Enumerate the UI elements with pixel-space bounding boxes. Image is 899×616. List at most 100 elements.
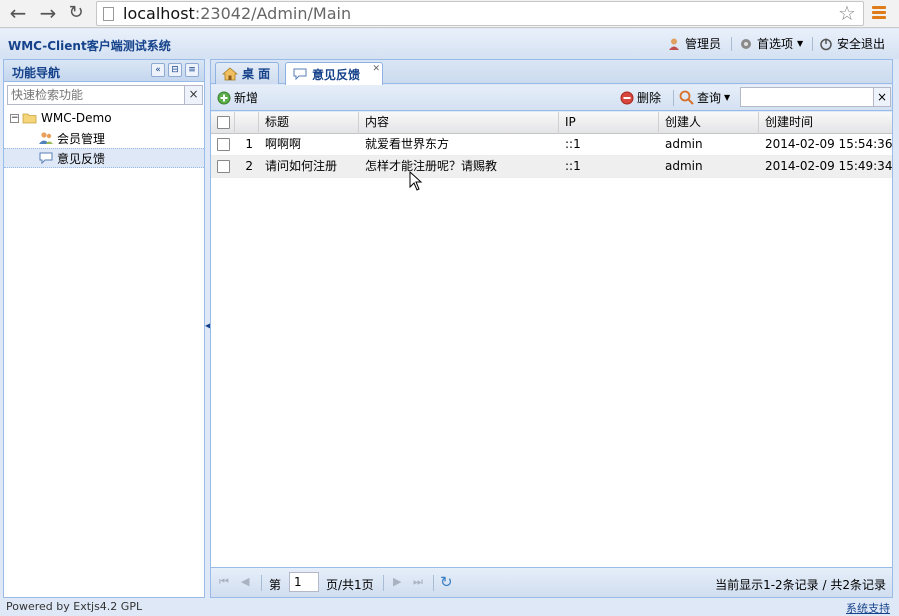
chevron-down-icon: ▼ [724, 93, 731, 102]
mouse-cursor-icon [409, 171, 423, 191]
tab-strip: 桌 面 意见反馈 ✕ [211, 60, 892, 85]
page-suffix: 页/共1页 [326, 578, 374, 592]
status-bar: Powered by Extjs4.2 GPL 系统支持 [0, 598, 899, 616]
cell-ip: ::1 [565, 137, 581, 151]
select-all-checkbox[interactable] [217, 116, 230, 129]
app-title: WMC-Client客户端测试系统 [8, 39, 171, 53]
refresh-icon[interactable]: ↻ [440, 573, 453, 591]
delete-button[interactable]: 删除 [620, 89, 661, 106]
url-text[interactable]: localhost:23042/Admin/Main [123, 4, 351, 24]
delete-icon [620, 91, 634, 104]
nav-search-field: × [7, 85, 203, 105]
browser-toolbar: ← → ↻ localhost:23042/Admin/Main ☆ [0, 0, 899, 28]
user-label: 管理员 [685, 37, 722, 51]
browser-menu-icon[interactable] [872, 6, 886, 20]
column-header-created-time[interactable]: 创建时间 [759, 112, 892, 134]
rownum-header [235, 112, 259, 134]
row-checkbox[interactable] [217, 160, 230, 173]
table-row[interactable]: 2 请问如何注册 怎样才能注册呢？请赐教 ::1 admin 2014-02-0… [211, 156, 892, 178]
query-clear-icon[interactable]: × [874, 87, 891, 107]
address-bar[interactable]: localhost:23042/Admin/Main [96, 1, 864, 26]
users-icon [39, 132, 53, 144]
tree-node-label: 意见反馈 [57, 151, 106, 166]
user-menu[interactable]: 管理员 [667, 35, 721, 52]
column-header-title[interactable]: 标题 [259, 112, 359, 134]
cell-created-time: 2014-02-09 15:49:34 [765, 159, 892, 173]
system-support-link[interactable]: 系统支持 [846, 600, 890, 616]
query-label: 查询 [697, 91, 722, 105]
select-all-cell [211, 112, 235, 134]
tree-collapse-icon[interactable]: − [10, 113, 19, 123]
row-number: 1 [245, 137, 253, 151]
paging-toolbar: ⏮ ◀ 第 1 页/共1页 ▶ ⏭ ↻ 当前显示1-2条记录 / 共2条记录 [211, 567, 892, 597]
back-icon[interactable]: ← [6, 2, 30, 24]
reload-icon[interactable]: ↻ [64, 2, 88, 24]
collapse-all-icon[interactable]: ⊟ [168, 63, 182, 77]
nav-search-clear-icon[interactable]: × [184, 86, 202, 104]
user-icon [669, 38, 679, 50]
pager-divider [433, 575, 434, 591]
expand-all-icon[interactable]: ≡ [185, 63, 199, 77]
powered-by-text: Powered by Extjs4.2 GPL [6, 600, 143, 613]
row-select-cell [211, 134, 235, 156]
forward-icon[interactable]: → [36, 2, 60, 24]
cell-title: 啊啊啊 [265, 137, 302, 151]
collapse-panel-icon[interactable]: « [151, 63, 165, 77]
header-divider [812, 37, 813, 51]
close-tab-icon[interactable]: ✕ [372, 64, 380, 74]
tab-feedback[interactable]: 意见反馈 ✕ [285, 62, 384, 85]
url-host: localhost [123, 4, 195, 23]
add-button[interactable]: 新增 [217, 89, 258, 106]
pager-divider [261, 575, 262, 591]
tab-label: 意见反馈 [312, 67, 361, 82]
query-button[interactable]: 查询 ▼ [679, 89, 730, 106]
add-icon [217, 91, 231, 104]
pager-divider [383, 575, 384, 591]
bookmark-star-icon[interactable]: ☆ [838, 1, 856, 25]
column-header-ip[interactable]: IP [559, 112, 659, 134]
home-icon [222, 66, 238, 80]
feedback-grid: 标题 内容 IP 创建人 创建时间 1 啊啊啊 就爱看世界东方 ::1 admi… [211, 112, 892, 567]
main-panel: 桌 面 意见反馈 ✕ 新增 删除 查询 ▼ × 标题 内容 IP 创建人 创建时… [210, 59, 893, 598]
app-header: WMC-Client客户端测试系统 管理员 首选项 ▼ 安全退出 [0, 29, 899, 59]
row-select-cell [211, 156, 235, 178]
page-prefix: 第 [269, 578, 282, 592]
cell-content: 就爱看世界东方 [365, 137, 450, 151]
gear-icon [741, 38, 751, 49]
nav-search-input[interactable] [8, 86, 180, 104]
tree-node-feedback[interactable]: 意见反馈 [4, 148, 204, 168]
nav-panel: 功能导航 « ⊟ ≡ × − WMC-Demo 会员管理 意见反馈 [3, 59, 205, 598]
cell-created-time: 2014-02-09 15:54:36 [765, 137, 892, 151]
add-label: 新增 [234, 91, 259, 105]
column-header-creator[interactable]: 创建人 [659, 112, 759, 134]
power-icon [820, 38, 832, 50]
logout-button[interactable]: 安全退出 [819, 35, 885, 52]
nav-panel-title: 功能导航 [12, 66, 61, 80]
last-page-icon[interactable]: ⏭ [413, 575, 423, 589]
cell-ip: ::1 [565, 159, 581, 173]
preferences-menu[interactable]: 首选项 ▼ [739, 35, 803, 52]
cell-title: 请问如何注册 [265, 159, 338, 173]
query-input[interactable] [741, 88, 871, 106]
page-number-input[interactable]: 1 [289, 572, 319, 592]
comment-icon [39, 152, 53, 165]
row-checkbox[interactable] [217, 138, 230, 151]
table-row[interactable]: 1 啊啊啊 就爱看世界东方 ::1 admin 2014-02-09 15:54… [211, 134, 892, 156]
delete-label: 删除 [637, 91, 662, 105]
cell-creator: admin [665, 159, 703, 173]
tab-desktop[interactable]: 桌 面 [215, 62, 280, 84]
query-field [740, 87, 874, 107]
column-header-content[interactable]: 内容 [359, 112, 559, 134]
next-page-icon[interactable]: ▶ [393, 575, 401, 588]
prev-page-icon[interactable]: ◀ [241, 575, 249, 588]
grid-header: 标题 内容 IP 创建人 创建时间 [211, 112, 892, 134]
folder-open-icon [22, 113, 37, 124]
paging-info: 当前显示1-2条记录 / 共2条记录 [715, 578, 886, 592]
tree-node-member-management[interactable]: 会员管理 [4, 128, 204, 148]
cell-creator: admin [665, 137, 703, 151]
tree-node-root[interactable]: − WMC-Demo [4, 108, 204, 128]
first-page-icon[interactable]: ⏮ [219, 575, 229, 589]
comment-icon [293, 68, 307, 81]
search-icon [679, 90, 694, 105]
logout-label: 安全退出 [837, 37, 886, 51]
